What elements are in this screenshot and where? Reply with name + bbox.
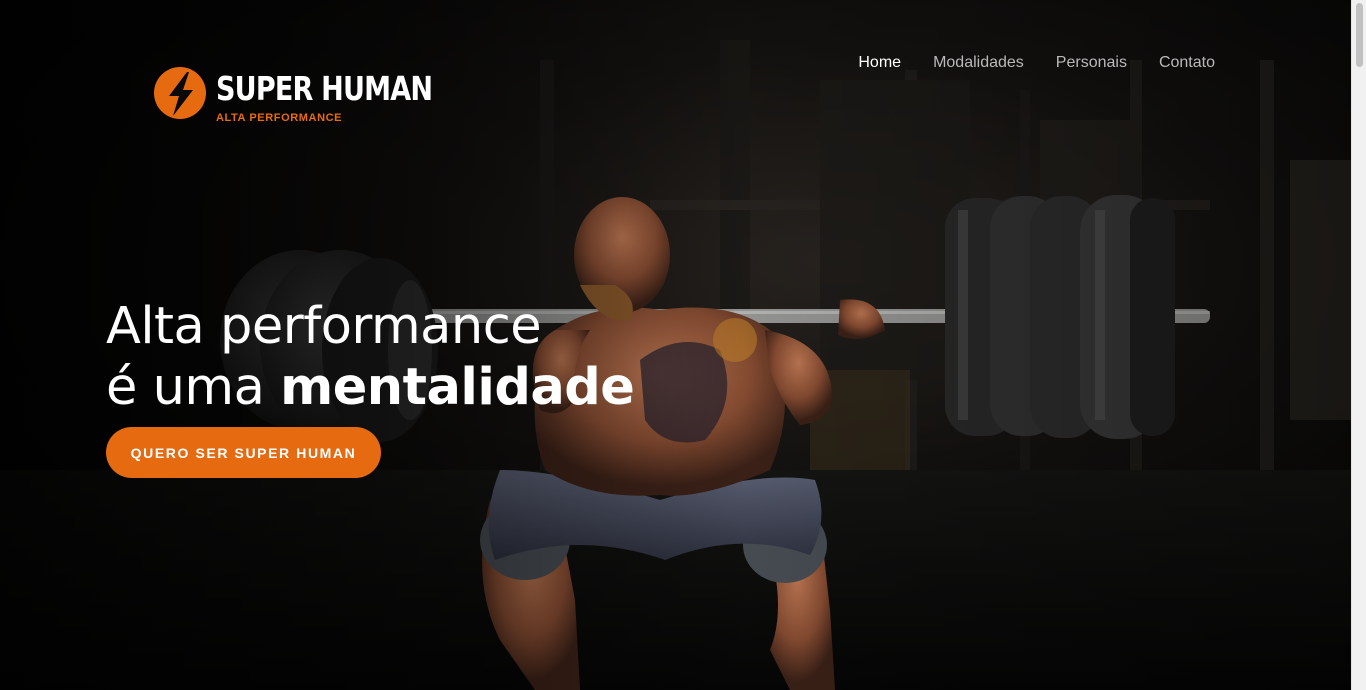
page-scrollbar[interactable] [1351,0,1366,690]
scrollbar-thumb[interactable] [1356,3,1363,67]
main-nav: Home Modalidades Personais Contato [858,53,1215,73]
lightning-bolt-icon [154,67,206,119]
nav-item-modalidades[interactable]: Modalidades [933,53,1024,73]
brand-tagline: ALTA PERFORMANCE [216,112,343,124]
headline-line-1: Alta performance [106,297,542,356]
brand-logo[interactable]: SUPER HUMAN ALTA PERFORMANCE [153,66,433,128]
headline-line-2: é uma mentalidade [106,357,635,418]
headline-bold-text: mentalidade [280,358,635,417]
hero-headline: Alta performance é uma mentalidade [106,296,635,418]
hero-section: SUPER HUMAN ALTA PERFORMANCE Home Modali… [0,0,1351,690]
right-weight-plates [945,195,1175,439]
brand-name: SUPER HUMAN [216,69,433,108]
headline-regular-text: é uma [106,358,281,417]
nav-item-home[interactable]: Home [858,53,901,73]
cta-button[interactable]: QUERO SER SUPER HUMAN [106,427,381,478]
nav-item-contato[interactable]: Contato [1159,53,1215,73]
nav-item-personais[interactable]: Personais [1056,53,1127,73]
